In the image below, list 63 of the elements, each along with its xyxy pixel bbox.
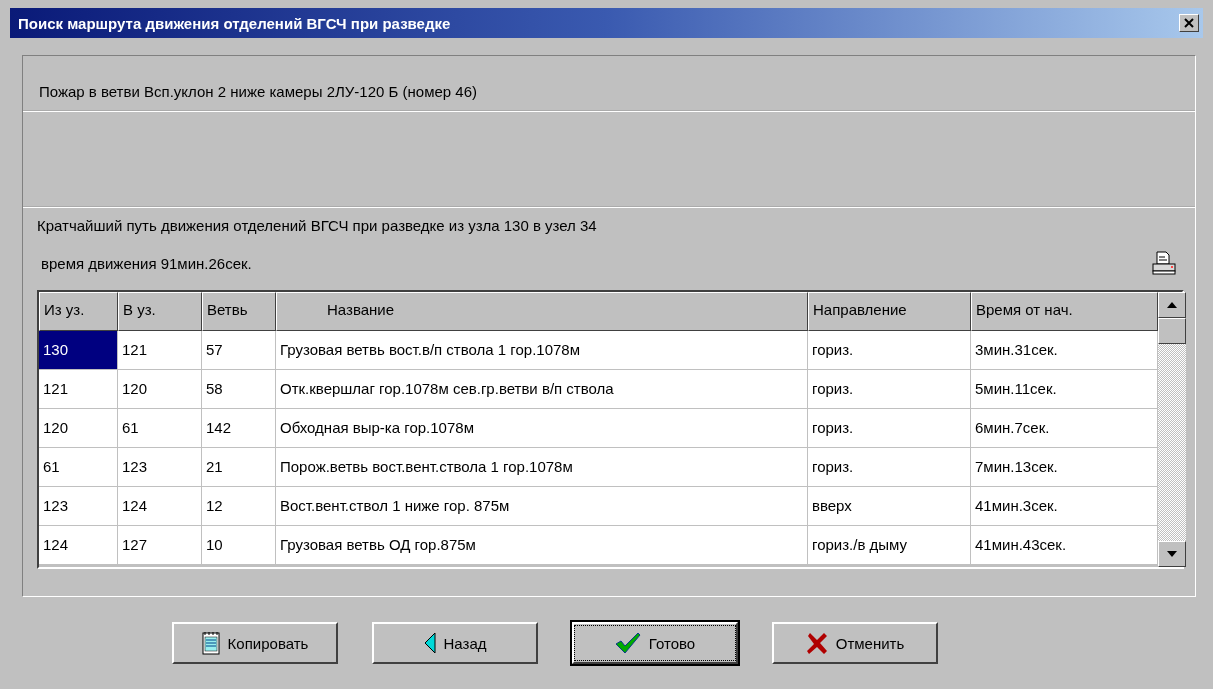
up-arrow-icon xyxy=(1167,302,1177,308)
table-cell: 41мин.43сек. xyxy=(971,526,1158,565)
table-cell: 61 xyxy=(39,448,118,487)
scroll-up-button[interactable] xyxy=(1158,292,1186,318)
copy-button[interactable]: Копировать xyxy=(172,622,338,664)
done-button[interactable]: Готово xyxy=(572,622,738,664)
column-header[interactable]: Из уз. xyxy=(39,292,118,331)
checkmark-icon xyxy=(614,632,641,654)
close-button[interactable] xyxy=(1179,14,1199,32)
scroll-down-button[interactable] xyxy=(1158,541,1186,567)
column-header[interactable]: Название xyxy=(276,292,808,331)
window-title: Поиск маршрута движения отделений ВГСЧ при разведке xyxy=(18,14,451,32)
table-cell: 5мин.11сек. xyxy=(971,370,1158,409)
table-cell: 130 xyxy=(39,331,118,370)
printer-icon[interactable] xyxy=(1151,250,1177,276)
table-cell: 7мин.13сек. xyxy=(971,448,1158,487)
table-cell: 124 xyxy=(39,526,118,565)
table-cell: 124 xyxy=(118,487,202,526)
column-header[interactable]: Ветвь xyxy=(202,292,276,331)
table-cell: 58 xyxy=(202,370,276,409)
table-cell: 123 xyxy=(39,487,118,526)
scroll-thumb[interactable] xyxy=(1158,318,1186,344)
table-cell: 57 xyxy=(202,331,276,370)
table-cell: Порож.ветвь вост.вент.ствола 1 гор.1078м xyxy=(276,448,808,487)
table-cell: Обходная выр-ка гор.1078м xyxy=(276,409,808,448)
table-cell: 121 xyxy=(118,331,202,370)
left-triangle-icon xyxy=(423,632,436,654)
route-text: Кратчайший путь движения отделений ВГСЧ при разведке из узла 130 в узел 34 xyxy=(37,216,597,234)
fire-location-text: Пожар в ветви Всп.уклон 2 ниже камеры 2ЛУ-120 Б (номер 46) xyxy=(39,83,478,100)
table-cell: 123 xyxy=(118,448,202,487)
down-arrow-icon xyxy=(1167,551,1177,557)
back-button[interactable]: Назад xyxy=(372,622,538,664)
scrollbar[interactable] xyxy=(1158,292,1186,567)
column-header[interactable]: Направление xyxy=(808,292,971,331)
table-cell: Отк.квершлаг гор.1078м сев.гр.ветви в/п ствола xyxy=(276,370,808,409)
table-cell: вверх xyxy=(808,487,971,526)
table-cell: 6мин.7сек. xyxy=(971,409,1158,448)
close-icon xyxy=(1184,18,1194,28)
table-cell: 61 xyxy=(118,409,202,448)
table-cell: 10 xyxy=(202,526,276,565)
table-cell: гориз. xyxy=(808,331,971,370)
table-cell: Грузовая ветвь вост.в/п ствола 1 гор.1078м xyxy=(276,331,808,370)
cross-icon xyxy=(805,632,828,654)
table-cell: Вост.вент.ствол 1 ниже гор. 875м xyxy=(276,487,808,526)
table-cell: гориз. xyxy=(808,448,971,487)
column-header[interactable]: Время от нач. xyxy=(971,292,1158,331)
table-cell: 121 xyxy=(39,370,118,409)
table-cell: гориз./в дыму xyxy=(808,526,971,565)
table-cell: 120 xyxy=(39,409,118,448)
table-cell: гориз. xyxy=(808,370,971,409)
table-cell: Грузовая ветвь ОД гор.875м xyxy=(276,526,808,565)
table-cell: 41мин.3сек. xyxy=(971,487,1158,526)
notepad-icon xyxy=(201,631,220,655)
table-cell: 120 xyxy=(118,370,202,409)
travel-time-text: время движения 91мин.26сек. xyxy=(41,254,252,272)
table-cell: 3мин.31сек. xyxy=(971,331,1158,370)
cancel-button[interactable]: Отменить xyxy=(772,622,938,664)
column-header[interactable]: В уз. xyxy=(118,292,202,331)
table-cell: 127 xyxy=(118,526,202,565)
table-cell: 21 xyxy=(202,448,276,487)
table-cell: 142 xyxy=(202,409,276,448)
table-cell: 12 xyxy=(202,487,276,526)
table-cell: гориз. xyxy=(808,409,971,448)
